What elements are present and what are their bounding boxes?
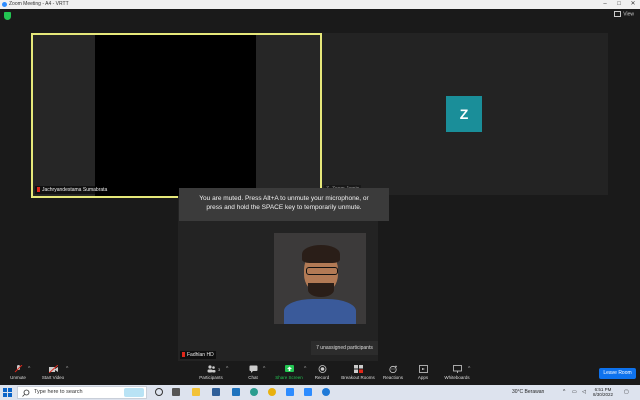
edge-icon[interactable] [250, 388, 258, 396]
video-camera-off-icon [48, 365, 58, 373]
participants-count: 3 [218, 367, 221, 372]
zoom-meeting-taskbar-icon[interactable] [304, 388, 312, 396]
volume-icon[interactable]: ◁ [582, 385, 586, 400]
search-highlight-icon [124, 388, 144, 397]
muted-notice-toast: You are muted. Press Alt+A to unmute you… [179, 188, 389, 221]
zoom-taskbar-icon[interactable] [286, 388, 294, 396]
maximize-icon[interactable]: □ [612, 0, 626, 9]
participant-name-label: Fadhlan HD [180, 351, 216, 359]
participants-button[interactable]: Participants [196, 361, 226, 385]
participants-icon [207, 365, 215, 373]
mail-icon[interactable] [232, 388, 240, 396]
apps-icon [418, 365, 428, 373]
whiteboard-icon [452, 365, 462, 373]
muted-mic-icon [182, 352, 185, 358]
chat-options-chevron-icon[interactable]: ^ [263, 366, 265, 372]
window-title: Zoom Meeting - A4 - VRTT [9, 1, 69, 7]
video-tile-avatar[interactable]: Z Z. Zoom Jamin [322, 33, 608, 195]
apps-button[interactable]: Apps [412, 361, 434, 385]
microphone-muted-icon [14, 365, 22, 373]
avatar: Z [446, 96, 482, 132]
weather-status[interactable]: 30°C Berawan [512, 385, 544, 400]
record-button[interactable]: Record [310, 361, 334, 385]
tray-chevron-icon[interactable]: ^ [563, 385, 565, 400]
notification-icon[interactable]: ▢ [624, 385, 629, 400]
video-feed [95, 35, 256, 196]
windows-start-icon[interactable] [3, 388, 12, 397]
breakout-rooms-icon [353, 365, 363, 373]
chat-button[interactable]: Chat [242, 361, 264, 385]
unmute-options-chevron-icon[interactable]: ^ [28, 366, 30, 372]
leave-room-button[interactable]: Leave Room [599, 368, 636, 379]
cortana-icon[interactable] [155, 388, 163, 396]
muted-notice-line2: press and hold the SPACE key to temporar… [206, 204, 362, 211]
view-button[interactable]: View [614, 11, 634, 17]
grid-icon [614, 11, 622, 17]
reactions-button[interactable]: Reactions [380, 361, 406, 385]
smiley-plus-icon [388, 365, 397, 373]
share-screen-button[interactable]: Share Screen [272, 361, 306, 385]
chat-icon [249, 365, 257, 373]
unmute-button[interactable]: Unmute [4, 361, 32, 385]
chrome-icon[interactable] [268, 388, 276, 396]
video-options-chevron-icon[interactable]: ^ [66, 366, 68, 372]
participant-name-label: Jachryandestama Sumabrata [35, 186, 110, 194]
share-options-chevron-icon[interactable]: ^ [304, 366, 306, 372]
participant-video-image [274, 233, 366, 324]
store-icon[interactable] [212, 388, 220, 396]
windows-taskbar: Type here to search 30°C Berawan ^ ▭ ◁ 6… [0, 385, 640, 400]
share-screen-icon [284, 365, 294, 372]
muted-notice-line1: You are muted. Press Alt+A to unmute you… [199, 195, 369, 202]
security-shield-icon[interactable] [4, 12, 11, 20]
breakout-rooms-button[interactable]: Breakout Rooms [338, 361, 378, 385]
video-tile-active-speaker[interactable]: Jachryandestama Sumabrata [31, 33, 322, 198]
zoom-logo-icon [2, 2, 7, 7]
meeting-toolbar: Unmute ^ Start Video ^ Participants 3 ^ … [0, 361, 640, 385]
taskbar-clock[interactable]: 6:51 PM 8/30/2022 [593, 387, 613, 397]
task-view-icon[interactable] [172, 388, 180, 396]
whiteboards-options-chevron-icon[interactable]: ^ [468, 366, 470, 372]
taskbar-search-input[interactable]: Type here to search [17, 386, 147, 399]
search-icon [22, 389, 30, 397]
participants-options-chevron-icon[interactable]: ^ [226, 366, 228, 372]
unassigned-participants-label[interactable]: 7 unassigned participants [311, 341, 378, 355]
network-icon[interactable]: ▭ [572, 385, 577, 400]
record-icon [318, 365, 326, 373]
file-explorer-icon[interactable] [192, 388, 200, 396]
minimize-icon[interactable]: – [598, 0, 612, 9]
close-icon[interactable]: ✕ [626, 0, 640, 9]
edge-dev-icon[interactable] [322, 388, 330, 396]
meeting-topbar: View [0, 9, 640, 23]
start-video-button[interactable]: Start Video [38, 361, 68, 385]
whiteboards-button[interactable]: Whiteboards [440, 361, 474, 385]
window-titlebar: Zoom Meeting - A4 - VRTT – □ ✕ [0, 0, 640, 9]
muted-mic-icon [37, 187, 40, 193]
